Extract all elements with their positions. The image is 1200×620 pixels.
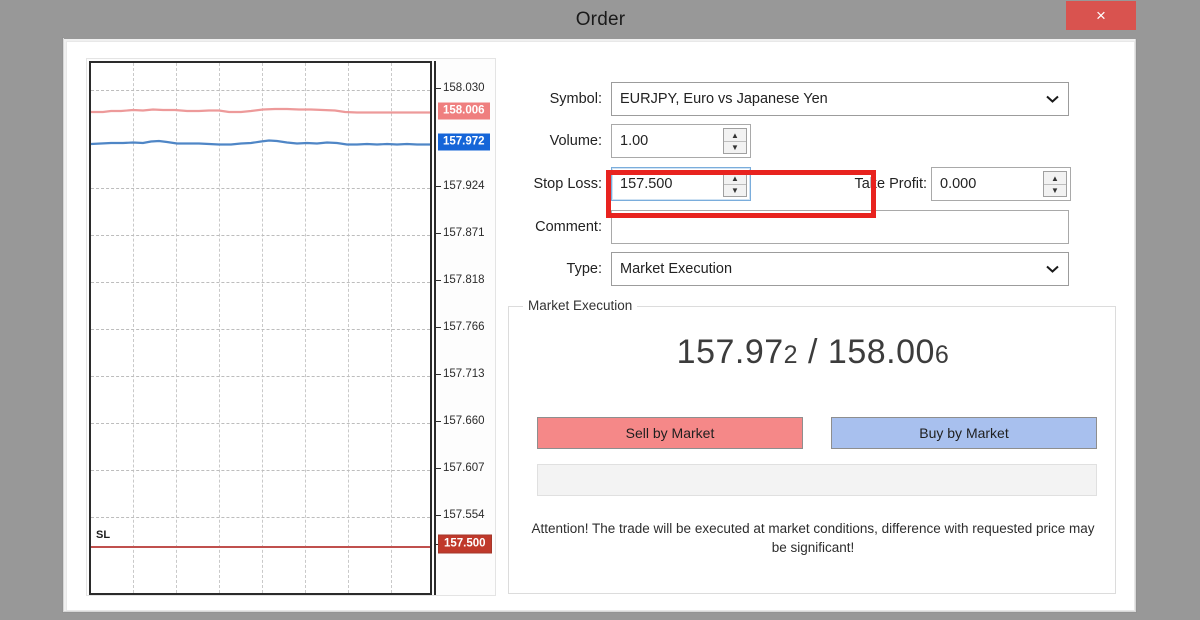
axis-tick-label: 157.554 (443, 509, 485, 521)
ask-price-line (91, 104, 432, 118)
type-label: Type: (507, 252, 602, 286)
axis-tick-label: 157.924 (443, 180, 485, 192)
type-value: Market Execution (620, 253, 732, 285)
stop-loss-stepper[interactable]: ▲ ▼ (723, 171, 747, 197)
axis-tick-label: 158.030 (443, 82, 485, 94)
symbol-value: EURJPY, Euro vs Japanese Yen (620, 83, 828, 115)
symbol-label: Symbol: (507, 82, 602, 116)
stop-loss-price-badge: 157.500 (438, 535, 492, 554)
axis-tick-label: 157.607 (443, 462, 485, 474)
volume-stepper[interactable]: ▲ ▼ (723, 128, 747, 154)
volume-label: Volume: (507, 124, 602, 158)
chart-hgrid (91, 517, 430, 518)
chart-hgrid (91, 376, 430, 377)
axis-tick-label: 157.660 (443, 415, 485, 427)
type-row: Type: Market Execution (507, 252, 1117, 286)
chart-hgrid (91, 90, 430, 91)
chart-hgrid (91, 470, 430, 471)
bid-quote-main: 157.97 (677, 333, 784, 371)
stop-loss-label: Stop Loss: (507, 167, 602, 201)
axis-tick (434, 468, 441, 469)
axis-tick-label: 157.713 (443, 368, 485, 380)
take-profit-stepper[interactable]: ▲ ▼ (1043, 171, 1067, 197)
bid-price-badge: 157.972 (438, 134, 490, 151)
stop-loss-stepper-down-icon[interactable]: ▼ (724, 184, 746, 196)
chevron-down-icon (1046, 253, 1059, 285)
axis-tick (434, 515, 441, 516)
comment-input[interactable] (611, 210, 1069, 244)
buy-by-market-button[interactable]: Buy by Market (831, 417, 1097, 449)
take-profit-label: Take Profit: (817, 167, 927, 201)
axis-tick (434, 327, 441, 328)
market-execution-group: Market Execution 157.972 / 158.006 Sell … (508, 306, 1116, 594)
symbol-row: Symbol: EURJPY, Euro vs Japanese Yen (507, 82, 1117, 116)
status-bar (537, 464, 1097, 496)
chart-hgrid (91, 282, 430, 283)
type-select[interactable]: Market Execution (611, 252, 1069, 286)
order-form: Symbol: EURJPY, Euro vs Japanese Yen Vol… (507, 58, 1117, 596)
axis-tick-label: 157.766 (443, 321, 485, 333)
axis-tick (434, 88, 441, 89)
close-button[interactable]: × (1066, 1, 1136, 30)
axis-tick (434, 186, 441, 187)
chart-hgrid (91, 235, 430, 236)
stop-loss-stepper-up-icon[interactable]: ▲ (724, 172, 746, 184)
take-profit-stepper-up-icon[interactable]: ▲ (1044, 172, 1066, 184)
sell-by-market-button[interactable]: Sell by Market (537, 417, 803, 449)
chart-hgrid (91, 423, 430, 424)
comment-row: Comment: (507, 210, 1117, 244)
title-bar: Order (64, 1, 1137, 39)
quote-separator: / (798, 333, 828, 371)
volume-stepper-down-icon[interactable]: ▼ (724, 141, 746, 153)
chart-plot-area[interactable]: SL (89, 61, 432, 595)
volume-row: Volume: 1.00 ▲ ▼ (507, 124, 1117, 158)
window-title: Order (64, 1, 1137, 39)
bid-price-line (91, 135, 432, 149)
take-profit-stepper-down-icon[interactable]: ▼ (1044, 184, 1066, 196)
comment-label: Comment: (507, 210, 602, 244)
chevron-down-icon (1046, 83, 1059, 115)
quote-display: 157.972 / 158.006 (509, 333, 1117, 372)
axis-tick (434, 374, 441, 375)
symbol-select[interactable]: EURJPY, Euro vs Japanese Yen (611, 82, 1069, 116)
bid-quote-last-digit: 2 (784, 341, 798, 369)
stop-loss-line (91, 546, 430, 548)
chart-hgrid (91, 188, 430, 189)
attention-message: Attention! The trade will be executed at… (523, 519, 1103, 557)
axis-tick-label: 157.871 (443, 227, 485, 239)
stop-loss-row: Stop Loss: 157.500 ▲ ▼ Take Profit: 0.00… (507, 167, 1117, 201)
ask-quote-last-digit: 6 (935, 341, 949, 369)
axis-tick-label: 157.818 (443, 274, 485, 286)
axis-tick (434, 233, 441, 234)
dialog-content: SL 158.030 157.924 157.871 157.818 157.7… (66, 41, 1135, 611)
axis-tick (434, 280, 441, 281)
price-axis: 158.030 157.924 157.871 157.818 157.766 … (434, 61, 495, 595)
axis-tick (434, 421, 441, 422)
order-dialog: Order × (63, 38, 1136, 612)
volume-stepper-up-icon[interactable]: ▲ (724, 129, 746, 141)
ask-quote-main: 158.00 (828, 333, 935, 371)
stop-loss-line-label: SL (96, 529, 110, 541)
price-chart-panel: SL 158.030 157.924 157.871 157.818 157.7… (86, 58, 496, 596)
market-execution-group-title: Market Execution (523, 298, 637, 313)
ask-price-badge: 158.006 (438, 103, 490, 120)
chart-hgrid (91, 329, 430, 330)
